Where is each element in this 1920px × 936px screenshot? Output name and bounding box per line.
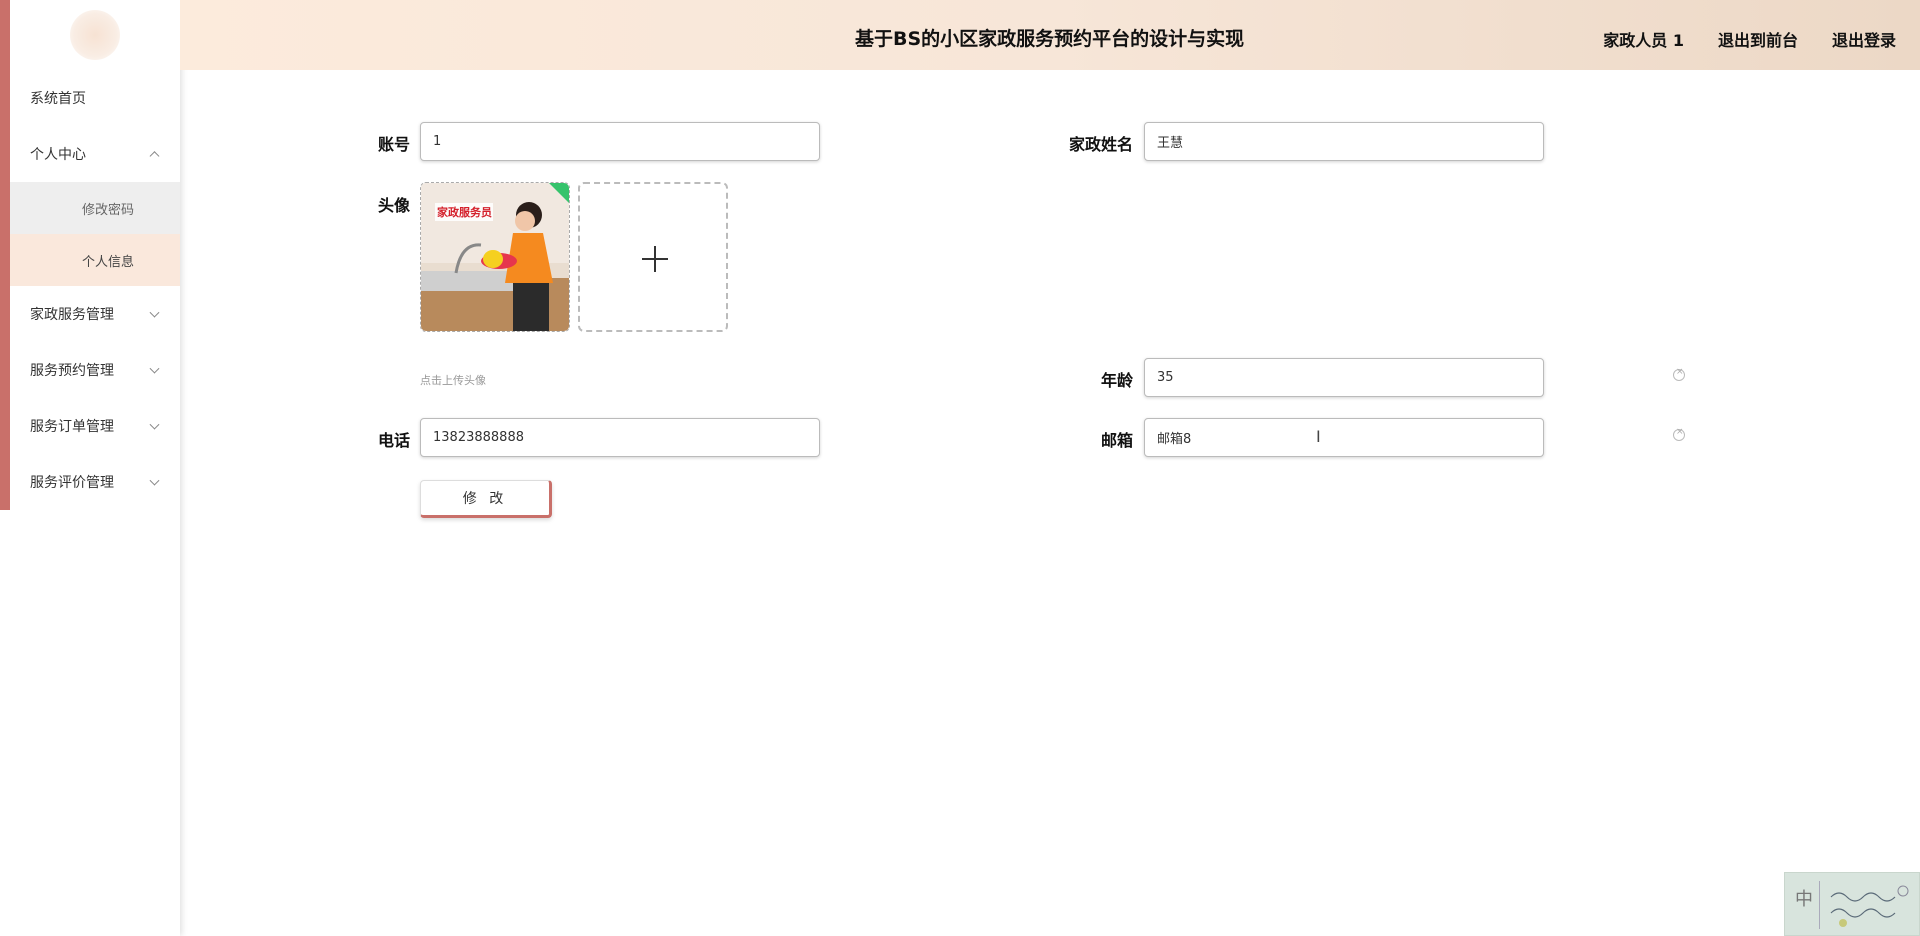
sidebar-subitem-personal-info[interactable]: 个人信息 <box>10 234 180 286</box>
name-value: 王慧 <box>1157 136 1184 151</box>
clear-icon[interactable] <box>1673 427 1685 441</box>
sidebar-item-label: 个人中心 <box>30 147 86 163</box>
chevron-down-icon <box>149 419 160 430</box>
account-label: 账号 <box>378 135 411 154</box>
account-value: 1 <box>433 134 442 149</box>
sidebar-subitem-label: 修改密码 <box>82 202 135 218</box>
page-title: 基于BS的小区家政服务预约平台的设计与实现 <box>855 28 1245 50</box>
account-field[interactable]: 1 <box>420 122 820 161</box>
sidebar-item-order-mgmt[interactable]: 服务订单管理 <box>10 398 180 454</box>
submit-button[interactable]: 修 改 <box>420 480 552 518</box>
chevron-down-icon <box>149 475 160 486</box>
avatar-image[interactable]: 家政服务员 <box>420 182 570 332</box>
clear-icon[interactable] <box>1673 367 1685 381</box>
name-field[interactable]: 王慧 <box>1144 122 1544 161</box>
text-cursor-icon: I <box>1316 427 1321 446</box>
back-to-frontend-link[interactable]: 退出到前台 <box>1718 27 1798 51</box>
logo-icon <box>70 10 120 60</box>
avatar-upload-hint: 点击上传头像 <box>420 374 486 387</box>
sidebar: 系统首页 个人中心 修改密码 个人信息 家政服务管理 服务预约管理 服务订单管理… <box>0 0 180 936</box>
chevron-down-icon <box>149 363 160 374</box>
age-label: 年龄 <box>1101 371 1134 390</box>
logout-link[interactable]: 退出登录 <box>1832 27 1896 51</box>
email-value: 邮箱8 <box>1157 432 1192 447</box>
email-label: 邮箱 <box>1101 431 1134 450</box>
current-user-link[interactable]: 家政人员 1 <box>1603 27 1684 51</box>
sidebar-item-housekeeping-service-mgmt[interactable]: 家政服务管理 <box>10 286 180 342</box>
top-header: 基于BS的小区家政服务预约平台的设计与实现 家政人员 1 退出到前台 退出登录 <box>180 0 1920 70</box>
phone-field[interactable]: 13823888888 <box>420 418 820 457</box>
email-field[interactable]: 邮箱8 <box>1144 418 1544 457</box>
avatar-label: 头像 <box>378 196 411 215</box>
sidebar-subitem-label: 个人信息 <box>82 254 135 270</box>
phone-value: 13823888888 <box>433 430 524 445</box>
ime-decoration-icon <box>1830 885 1909 927</box>
sidebar-item-label: 系统首页 <box>30 91 86 107</box>
phone-label: 电话 <box>378 431 411 450</box>
ime-language-char: 中 <box>1795 889 1813 910</box>
sidebar-item-booking-mgmt[interactable]: 服务预约管理 <box>10 342 180 398</box>
plus-icon-bar <box>642 258 668 260</box>
chevron-up-icon <box>149 151 160 162</box>
age-field[interactable]: 35 <box>1144 358 1544 397</box>
sidebar-item-review-mgmt[interactable]: 服务评价管理 <box>10 454 180 510</box>
header-nav: 家政人员 1 退出到前台 退出登录 <box>1603 27 1896 51</box>
sidebar-item-label: 服务预约管理 <box>30 363 114 379</box>
sidebar-menu: 系统首页 个人中心 修改密码 个人信息 家政服务管理 服务预约管理 服务订单管理… <box>10 70 180 510</box>
age-value: 35 <box>1157 370 1174 385</box>
avatar-caption: 家政服务员 <box>437 206 492 219</box>
name-label: 家政姓名 <box>1069 135 1134 154</box>
sidebar-item-personal-center[interactable]: 个人中心 <box>10 126 180 182</box>
sidebar-item-home[interactable]: 系统首页 <box>10 70 180 126</box>
sidebar-item-label: 服务评价管理 <box>30 475 114 491</box>
chevron-down-icon <box>149 307 160 318</box>
ime-widget[interactable]: 中 <box>1784 872 1920 936</box>
sidebar-accent-stripe <box>0 0 10 510</box>
ime-divider <box>1819 881 1820 929</box>
sidebar-item-label: 服务订单管理 <box>30 419 114 435</box>
sidebar-subitem-change-password[interactable]: 修改密码 <box>10 182 180 234</box>
upload-avatar-button[interactable] <box>578 182 728 332</box>
sidebar-item-label: 家政服务管理 <box>30 307 114 323</box>
